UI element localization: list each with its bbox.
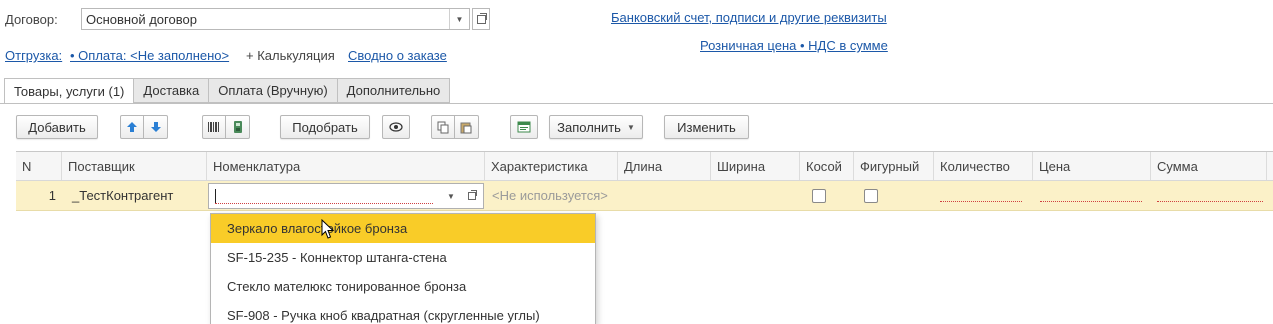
contract-value: Основной договор <box>86 11 197 27</box>
tab-goods[interactable]: Товары, услуги (1) <box>4 78 135 104</box>
chevron-down-icon: ▼ <box>626 122 635 132</box>
copy-icon[interactable] <box>431 115 455 139</box>
add-button[interactable]: Добавить <box>16 115 98 139</box>
col-n[interactable]: N <box>16 152 62 180</box>
calculation-label[interactable]: + Калькуляция <box>246 48 335 63</box>
retail-price-link[interactable]: Розничная цена • НДС в сумме <box>700 38 888 53</box>
eye-icon[interactable] <box>382 115 410 139</box>
contract-field[interactable]: Основной договор ▼ <box>81 8 470 30</box>
paste-icon[interactable] <box>455 115 479 139</box>
contract-label: Договор: <box>5 12 58 27</box>
mouse-cursor-icon <box>321 219 335 239</box>
col-oblique[interactable]: Косой <box>800 152 854 180</box>
arrow-down-icon[interactable] <box>144 115 168 139</box>
order-summary-link[interactable]: Сводно о заказе <box>348 48 447 63</box>
list-item[interactable]: Стекло мателюкс тонированное бронза <box>211 272 595 301</box>
terminal-icon[interactable] <box>226 115 250 139</box>
chevron-down-icon[interactable]: ▼ <box>449 9 469 29</box>
nomenclature-dropdown: Зеркало влагостойкое бронза SF-15-235 - … <box>210 213 596 324</box>
list-item[interactable]: SF-908 - Ручка кноб квадратная (скруглен… <box>211 301 595 324</box>
open-icon[interactable] <box>463 184 481 208</box>
col-sum[interactable]: Сумма <box>1151 152 1267 180</box>
tab-divider <box>0 103 1273 104</box>
col-supplier[interactable]: Поставщик <box>62 152 207 180</box>
price-required-mark <box>1040 201 1142 202</box>
barcode-icon[interactable] <box>202 115 226 139</box>
shipment-link[interactable]: Отгрузка: <box>5 48 62 63</box>
list-item[interactable]: SF-15-235 - Коннектор штанга-стена <box>211 243 595 272</box>
col-characteristic[interactable]: Характеристика <box>485 152 618 180</box>
tab-bar: Товары, услуги (1) Доставка Оплата (Вруч… <box>4 78 451 104</box>
bank-details-link[interactable]: Банковский счет, подписи и другие реквиз… <box>611 10 887 25</box>
sum-required-mark <box>1157 201 1263 202</box>
nomenclature-input[interactable]: ▼ <box>208 183 484 209</box>
text-caret <box>215 189 216 203</box>
form-icon[interactable] <box>510 115 538 139</box>
tab-payment[interactable]: Оплата (Вручную) <box>209 78 338 103</box>
select-button[interactable]: Подобрать <box>280 115 370 139</box>
col-price[interactable]: Цена <box>1033 152 1151 180</box>
row-characteristic[interactable]: <Не используется> <box>492 181 616 210</box>
list-item[interactable]: Зеркало влагостойкое бронза <box>211 214 595 243</box>
oblique-checkbox[interactable] <box>812 181 832 210</box>
col-length[interactable]: Длина <box>618 152 711 180</box>
col-shaped[interactable]: Фигурный <box>854 152 934 180</box>
col-nomenclature[interactable]: Номенклатура <box>207 152 485 180</box>
shaped-checkbox[interactable] <box>864 181 884 210</box>
change-button[interactable]: Изменить <box>664 115 749 139</box>
col-quantity[interactable]: Количество <box>934 152 1033 180</box>
fill-button[interactable]: Заполнить ▼ <box>549 115 643 139</box>
chevron-down-icon[interactable]: ▼ <box>441 184 461 208</box>
arrow-up-icon[interactable] <box>120 115 144 139</box>
required-underline <box>215 203 433 204</box>
open-icon[interactable] <box>472 8 490 30</box>
tab-delivery[interactable]: Доставка <box>134 78 210 103</box>
fill-button-label: Заполнить <box>557 119 621 135</box>
quantity-required-mark <box>940 201 1022 202</box>
row-number: 1 <box>48 188 56 203</box>
tab-additional[interactable]: Дополнительно <box>337 78 451 103</box>
table-header: N Поставщик Номенклатура Характеристика … <box>16 151 1273 181</box>
col-width[interactable]: Ширина <box>711 152 800 180</box>
row-supplier[interactable]: _ТестКонтрагент <box>72 181 207 210</box>
payment-link[interactable]: • Оплата: <Не заполнено> <box>70 48 229 63</box>
table-row[interactable]: 1 _ТестКонтрагент <Не используется> <box>16 181 1273 211</box>
